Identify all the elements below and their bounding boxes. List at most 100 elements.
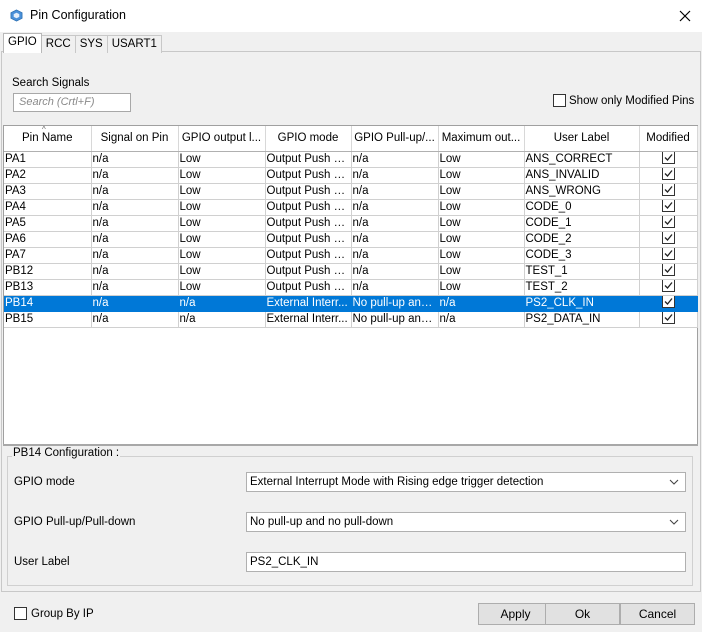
checkmark-icon — [661, 151, 675, 165]
column-header-signal[interactable]: Signal on Pin — [91, 126, 179, 152]
cell-pin-name: PB15 — [4, 311, 92, 328]
cell-user-label: CODE_2 — [524, 231, 640, 248]
cell-pull: n/a — [351, 247, 439, 264]
tab-rcc[interactable]: RCC — [40, 35, 76, 53]
cell-max-speed: Low — [438, 231, 525, 248]
cell-signal: n/a — [91, 263, 179, 280]
cell-modified — [639, 199, 698, 216]
cell-output-level: Low — [178, 231, 266, 248]
user-label-input[interactable]: PS2_CLK_IN — [246, 552, 686, 572]
cell-signal: n/a — [91, 295, 179, 312]
tab-gpio[interactable]: GPIO — [3, 33, 42, 53]
table-row[interactable]: PA1 n/a Low Output Push Pull n/a Low ANS_CORRE… — [4, 151, 698, 168]
cell-user-label: ANS_INVALID — [524, 167, 640, 184]
tab-sys[interactable]: SYS — [74, 35, 108, 53]
cell-pin-name: PA7 — [4, 247, 92, 264]
group-by-ip-checkbox[interactable] — [14, 607, 27, 620]
cell-max-speed: Low — [438, 247, 525, 264]
cell-signal: n/a — [91, 311, 179, 328]
cell-user-label: CODE_1 — [524, 215, 640, 232]
cell-pull: n/a — [351, 151, 439, 168]
column-header-pull[interactable]: GPIO Pull-up/... — [351, 126, 439, 152]
cell-gpio-mode: External Interr... — [265, 311, 352, 328]
table-row[interactable]: PB13 n/a Low Output Push Pull n/a Low TEST_2 — [4, 279, 698, 296]
cell-gpio-mode: Output Push Pull — [265, 183, 352, 200]
checkmark-icon — [661, 199, 675, 213]
ok-button[interactable]: Ok — [545, 603, 620, 625]
column-header-user-label[interactable]: User Label — [524, 126, 640, 152]
column-header-pin-name[interactable]: ^ Pin Name — [4, 126, 92, 152]
cell-signal: n/a — [91, 199, 179, 216]
table-row[interactable]: PA7 n/a Low Output Push Pull n/a Low CODE_3 — [4, 247, 698, 264]
column-header-gpio-mode[interactable]: GPIO mode — [265, 126, 352, 152]
column-header-max-speed[interactable]: Maximum out... — [438, 126, 525, 152]
table-row[interactable]: PB15 n/a n/a External Interr... No pull-up a… — [4, 311, 698, 328]
cell-max-speed: Low — [438, 279, 525, 296]
cell-pull: n/a — [351, 183, 439, 200]
column-header-output-level[interactable]: GPIO output l... — [178, 126, 266, 152]
table-body: PA1 n/a Low Output Push Pull n/a Low ANS_CORRE… — [4, 151, 698, 328]
pin-table[interactable]: ^ Pin Name Signal on Pin GPIO output l...… — [3, 125, 698, 445]
search-label: Search Signals — [12, 77, 90, 89]
cell-pull: n/a — [351, 167, 439, 184]
cell-output-level: n/a — [178, 295, 266, 312]
cell-max-speed: Low — [438, 167, 525, 184]
cell-gpio-mode: External Interr... — [265, 295, 352, 312]
table-row[interactable]: PB12 n/a Low Output Push Pull n/a Low TEST_1 — [4, 263, 698, 280]
cell-gpio-mode: Output Push Pull — [265, 279, 352, 296]
pull-label: GPIO Pull-up/Pull-down — [14, 516, 136, 528]
tab-strip: GPIO RCC SYS USART1 — [3, 33, 162, 53]
cell-signal: n/a — [91, 167, 179, 184]
checkmark-icon — [661, 311, 675, 325]
group-by-ip-toggle[interactable]: Group By IP — [14, 607, 94, 620]
checkmark-icon — [661, 167, 675, 181]
cell-gpio-mode: Output Push Pull — [265, 263, 352, 280]
close-button[interactable] — [668, 0, 702, 32]
cell-modified — [639, 231, 698, 248]
cell-output-level: Low — [178, 183, 266, 200]
table-row[interactable]: PB14 n/a n/a External Interr... No pull-up a… — [4, 295, 698, 312]
cell-pin-name: PA5 — [4, 215, 92, 232]
table-header: ^ Pin Name Signal on Pin GPIO output l...… — [4, 126, 698, 152]
cell-max-speed: Low — [438, 263, 525, 280]
cell-modified — [639, 263, 698, 280]
checkmark-icon — [661, 183, 675, 197]
cell-user-label: CODE_3 — [524, 247, 640, 264]
cell-user-label: CODE_0 — [524, 199, 640, 216]
table-row[interactable]: PA3 n/a Low Output Push Pull n/a Low ANS_WRONG — [4, 183, 698, 200]
table-row[interactable]: PA4 n/a Low Output Push Pull n/a Low CODE_0 — [4, 199, 698, 216]
cell-pin-name: PB12 — [4, 263, 92, 280]
table-row[interactable]: PA5 n/a Low Output Push Pull n/a Low CODE_1 — [4, 215, 698, 232]
table-row[interactable]: PA2 n/a Low Output Push Pull n/a Low ANS_INVAL… — [4, 167, 698, 184]
cell-gpio-mode: Output Push Pull — [265, 199, 352, 216]
cell-modified — [639, 215, 698, 232]
cell-gpio-mode: Output Push Pull — [265, 247, 352, 264]
cell-signal: n/a — [91, 151, 179, 168]
cell-modified — [639, 183, 698, 200]
cell-pull: n/a — [351, 263, 439, 280]
tab-usart1[interactable]: USART1 — [106, 35, 162, 53]
apply-button[interactable]: Apply — [478, 603, 553, 625]
cell-output-level: Low — [178, 199, 266, 216]
checkmark-icon — [661, 247, 675, 261]
cell-signal: n/a — [91, 215, 179, 232]
show-modified-checkbox[interactable] — [553, 94, 566, 107]
cell-modified — [639, 151, 698, 168]
gpio-mode-select[interactable]: External Interrupt Mode with Rising edge… — [246, 472, 686, 492]
cancel-button[interactable]: Cancel — [620, 603, 695, 625]
search-input[interactable]: Search (Crtl+F) — [13, 93, 131, 112]
cell-output-level: Low — [178, 279, 266, 296]
show-modified-toggle[interactable]: Show only Modified Pins — [553, 94, 694, 107]
table-row[interactable]: PA6 n/a Low Output Push Pull n/a Low CODE_2 — [4, 231, 698, 248]
pull-select[interactable]: No pull-up and no pull-down — [246, 512, 686, 532]
cell-output-level: n/a — [178, 311, 266, 328]
cell-max-speed: Low — [438, 199, 525, 216]
cell-output-level: Low — [178, 215, 266, 232]
column-header-modified[interactable]: Modified — [639, 126, 698, 152]
cell-user-label: ANS_CORRECT — [524, 151, 640, 168]
cell-signal: n/a — [91, 183, 179, 200]
cell-modified — [639, 295, 698, 312]
pull-value: No pull-up and no pull-down — [250, 516, 394, 528]
cell-pull: n/a — [351, 215, 439, 232]
cell-gpio-mode: Output Push Pull — [265, 231, 352, 248]
